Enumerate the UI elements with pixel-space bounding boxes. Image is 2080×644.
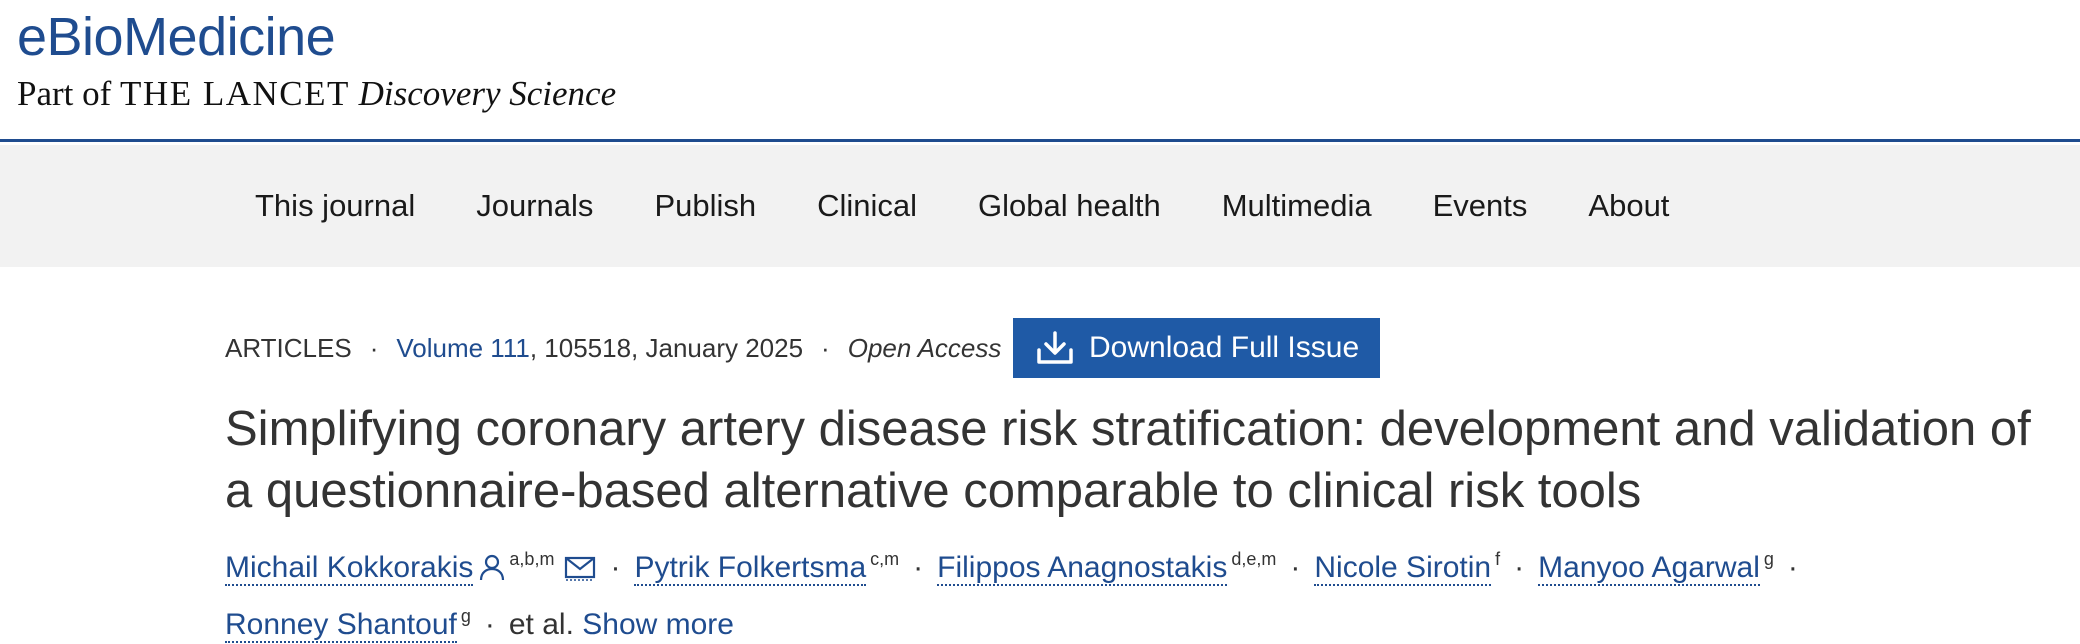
title-line-2: a questionnaire-based alternative compar…	[225, 464, 1642, 518]
title-line-1: Simplifying coronary artery disease risk…	[225, 402, 2031, 456]
nav-item-clinical[interactable]: Clinical	[817, 188, 917, 224]
nav-item-this-journal[interactable]: This journal	[255, 188, 415, 224]
author-separator: ·	[913, 551, 924, 584]
author-link[interactable]: Pytrik Folkertsma	[634, 551, 867, 586]
author-separator: ·	[1787, 551, 1798, 584]
author-link[interactable]: Ronney Shantouf	[225, 608, 457, 643]
volume-details: , 105518, January 2025	[529, 332, 804, 363]
show-more-button[interactable]: Show more	[582, 608, 734, 641]
author-list: Michail Kokkorakis a,b,m · Pytrik Folkertsm…	[225, 535, 2065, 644]
subtitle-lancet: THE LANCET	[120, 74, 350, 113]
author-affiliation: c,m	[870, 549, 900, 569]
journal-logo-link[interactable]: eBioMedicine Part of THE LANCET Discover…	[17, 6, 616, 116]
article-type: ARTICLES	[225, 332, 352, 363]
meta-separator: ·	[821, 332, 830, 363]
open-access-label: Open Access	[847, 332, 1002, 363]
author-link[interactable]: Nicole Sirotin	[1314, 551, 1492, 586]
person-icon	[480, 554, 505, 581]
author-separator: ·	[484, 608, 495, 641]
article-title: Simplifying coronary artery disease risk…	[225, 398, 2065, 522]
author-affiliation: a,b,m	[509, 549, 555, 569]
nav-item-multimedia[interactable]: Multimedia	[1222, 188, 1372, 224]
nav-item-about[interactable]: About	[1588, 188, 1669, 224]
author-affiliation: g	[1763, 549, 1774, 569]
author-affiliation: f	[1495, 549, 1501, 569]
download-full-issue-button[interactable]: Download Full Issue	[1013, 318, 1380, 378]
main-nav: This journal Journals Publish Clinical G…	[0, 145, 2080, 267]
author-separator: ·	[610, 551, 621, 584]
nav-item-journals[interactable]: Journals	[476, 188, 593, 224]
author-link[interactable]: Michail Kokkorakis	[225, 551, 474, 586]
download-icon	[1037, 331, 1073, 364]
journal-title: eBioMedicine	[17, 7, 336, 67]
journal-subtitle: Part of THE LANCET Discovery Science	[17, 72, 616, 116]
author-affiliation: d,e,m	[1231, 549, 1277, 569]
download-label: Download Full Issue	[1089, 331, 1360, 364]
volume-link[interactable]: Volume 111	[396, 333, 529, 364]
nav-item-events[interactable]: Events	[1433, 188, 1528, 224]
et-al-text: et al.	[508, 608, 574, 641]
author-link[interactable]: Manyoo Agarwal	[1538, 551, 1760, 586]
nav-item-publish[interactable]: Publish	[654, 188, 756, 224]
nav-item-global-health[interactable]: Global health	[978, 188, 1161, 224]
author-separator: ·	[1514, 551, 1525, 584]
subtitle-discovery: Discovery Science	[358, 74, 617, 113]
subtitle-prefix: Part of	[17, 74, 121, 113]
nav-list: This journal Journals Publish Clinical G…	[255, 145, 1730, 267]
author-link[interactable]: Filippos Anagnostakis	[937, 551, 1228, 586]
author-separator: ·	[1290, 551, 1301, 584]
email-icon[interactable]	[564, 555, 596, 581]
meta-separator: ·	[369, 332, 379, 363]
article-meta: ARTICLES · Volume 111 , 105518, January …	[225, 318, 1001, 378]
site-header: eBioMedicine Part of THE LANCET Discover…	[0, 0, 2080, 142]
author-affiliation: g	[460, 606, 471, 626]
